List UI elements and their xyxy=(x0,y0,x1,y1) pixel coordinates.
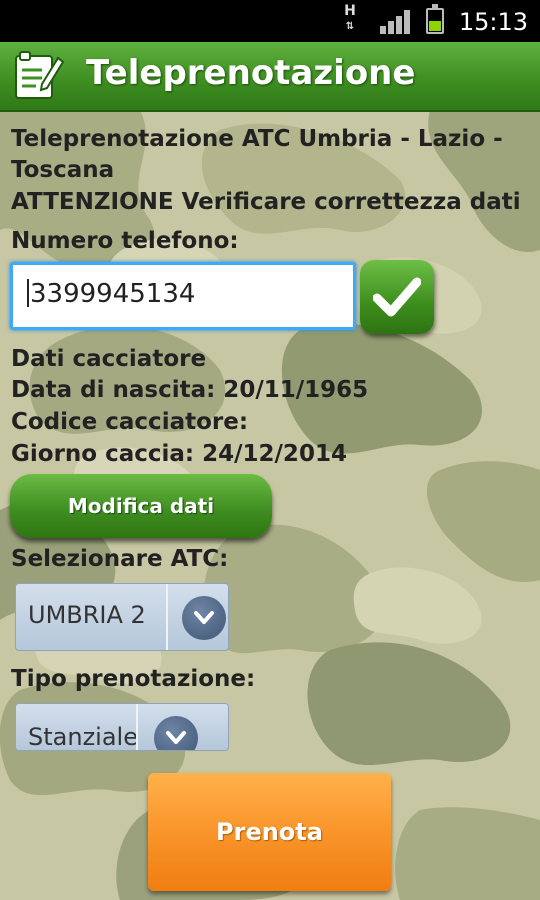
warning-text: ATTENZIONE Verificare correttezza dati xyxy=(11,189,521,215)
spinner-divider xyxy=(136,704,138,750)
booking-type-select[interactable]: Stanziale xyxy=(15,703,229,751)
booking-type-label: Tipo prenotazione: xyxy=(11,666,256,692)
spinner-divider xyxy=(166,584,168,650)
info-line-1: Teleprenotazione ATC Umbria - Lazio - xyxy=(11,126,503,152)
booking-form: Teleprenotazione ATC Umbria - Lazio - To… xyxy=(0,112,540,900)
phone-number-input[interactable]: 3399945134 xyxy=(10,262,356,330)
hunter-code: Codice cacciatore: xyxy=(11,409,249,435)
data-arrows-icon: ⇅ xyxy=(345,21,355,32)
booking-type-selected-value: Stanziale xyxy=(28,723,138,751)
network-type-indicator: H ⇅ xyxy=(342,4,358,34)
book-button[interactable]: Prenota xyxy=(148,773,391,891)
hunt-day: Giorno caccia: 24/12/2014 xyxy=(11,441,347,467)
atc-select[interactable]: UMBRIA 2 xyxy=(15,583,229,651)
app-title: Teleprenotazione xyxy=(86,53,416,93)
battery-icon xyxy=(426,4,444,34)
status-bar: H ⇅ 15:13 xyxy=(0,0,540,42)
chevron-down-icon xyxy=(182,596,226,640)
hunter-data-heading: Dati cacciatore xyxy=(11,346,207,372)
clock: 15:13 xyxy=(458,8,528,36)
phone-label: Numero telefono: xyxy=(11,228,239,254)
birth-date: Data di nascita: 20/11/1965 xyxy=(11,377,369,403)
atc-selected-value: UMBRIA 2 xyxy=(28,601,146,629)
checkmark-icon xyxy=(373,277,421,317)
chevron-down-icon xyxy=(154,716,198,750)
network-label: H xyxy=(344,3,356,19)
atc-label: Selezionare ATC: xyxy=(11,546,229,572)
action-bar: Teleprenotazione xyxy=(0,42,540,112)
notepad-pen-icon xyxy=(12,50,65,102)
info-line-2: Toscana xyxy=(11,157,115,183)
text-cursor xyxy=(27,279,29,307)
phone-number-value: 3399945134 xyxy=(30,279,196,309)
confirm-phone-button[interactable] xyxy=(360,260,434,334)
signal-strength-icon xyxy=(380,10,410,34)
edit-data-button[interactable]: Modifica dati xyxy=(10,474,272,538)
